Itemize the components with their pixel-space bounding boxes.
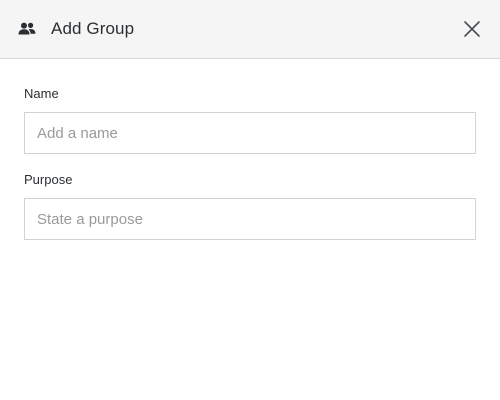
purpose-input[interactable] xyxy=(24,198,476,240)
group-icon xyxy=(18,20,36,38)
close-button[interactable] xyxy=(462,19,482,39)
purpose-field-group: Purpose xyxy=(24,172,476,240)
purpose-label: Purpose xyxy=(24,172,73,187)
dialog-title: Add Group xyxy=(51,19,135,38)
add-group-dialog: Add Group Name Purpose xyxy=(0,0,500,400)
close-icon xyxy=(464,21,480,37)
name-field-group: Name xyxy=(24,86,476,154)
dialog-header: Add Group xyxy=(0,0,500,59)
name-input[interactable] xyxy=(24,112,476,154)
dialog-body: Name Purpose xyxy=(0,59,500,240)
name-label: Name xyxy=(24,86,59,101)
